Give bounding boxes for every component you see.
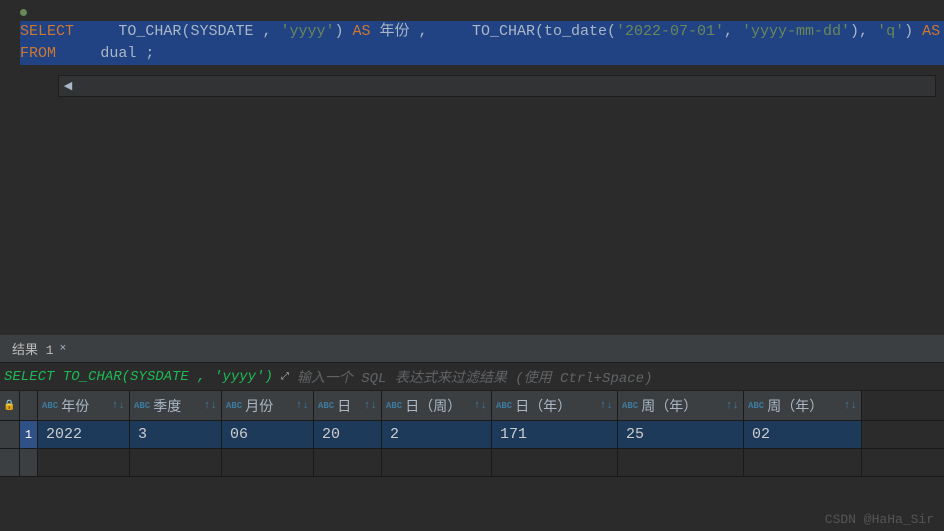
lock-icon: 🔒 — [0, 391, 20, 420]
cell — [618, 449, 744, 476]
type-badge-icon: ABC — [748, 401, 764, 411]
row-handle — [0, 421, 20, 448]
cell — [314, 449, 382, 476]
sort-icon[interactable]: ↑↓ — [360, 400, 377, 412]
watermark: CSDN @HaHa_Sir — [825, 512, 934, 527]
expand-icon[interactable]: ⤢ — [273, 371, 297, 383]
tab-result-1[interactable]: 结果 1 × — [4, 335, 74, 362]
column-header[interactable]: ABC日 ↑↓ — [314, 391, 382, 420]
type-badge-icon: ABC — [386, 401, 402, 411]
close-icon[interactable]: × — [60, 343, 67, 355]
column-label: 年份 — [61, 396, 89, 416]
column-label: 日（年） — [515, 396, 571, 416]
column-label: 周（年） — [641, 396, 697, 416]
sort-icon[interactable]: ↑↓ — [722, 400, 739, 412]
cell — [130, 449, 222, 476]
filter-bar: SELECT TO_CHAR(SYSDATE , 'yyyy') ⤢ 输入一个 … — [0, 363, 944, 391]
scroll-left-icon[interactable]: ◀ — [59, 79, 77, 93]
type-badge-icon: ABC — [622, 401, 638, 411]
type-badge-icon: ABC — [134, 401, 150, 411]
column-header[interactable]: ABC日（周） ↑↓ — [382, 391, 492, 420]
corner-cell — [20, 391, 38, 420]
column-label: 周（年） — [767, 396, 823, 416]
type-badge-icon: ABC — [318, 401, 334, 411]
cell — [38, 449, 130, 476]
cell[interactable]: 3 — [130, 421, 222, 448]
grid-header-row: 🔒 ABC年份↑↓ABC季度↑↓ABC月份↑↓ABC日↑↓ABC日（周）↑↓AB… — [0, 391, 944, 421]
filter-input[interactable]: 输入一个 SQL 表达式来过滤结果 (使用 Ctrl+Space) — [297, 367, 653, 387]
sql-editor[interactable]: SELECT TO_CHAR(SYSDATE , 'yyyy') AS 年份 ,… — [0, 0, 944, 335]
column-label: 日 — [337, 396, 351, 416]
sort-icon[interactable]: ↑↓ — [292, 400, 309, 412]
cell — [222, 449, 314, 476]
column-header[interactable]: ABC月份 ↑↓ — [222, 391, 314, 420]
cell[interactable]: 02 — [744, 421, 862, 448]
row-handle — [0, 449, 20, 476]
filter-sql-preview: SELECT TO_CHAR(SYSDATE , 'yyyy') — [0, 369, 273, 385]
results-tab-bar: 结果 1 × — [0, 335, 944, 363]
column-label: 季度 — [153, 396, 181, 416]
column-header[interactable]: ABC日（年） ↑↓ — [492, 391, 618, 420]
column-header[interactable]: ABC周（年） ↑↓ — [744, 391, 862, 420]
column-label: 月份 — [245, 396, 273, 416]
row-number: 1 — [20, 421, 38, 448]
cell — [382, 449, 492, 476]
cell[interactable]: 20 — [314, 421, 382, 448]
column-label: 日（周） — [405, 396, 461, 416]
horizontal-scrollbar[interactable]: ◀ — [58, 75, 936, 97]
tab-label: 结果 1 — [12, 339, 54, 358]
column-header[interactable]: ABC年份 ↑↓ — [38, 391, 130, 420]
breakpoint-dot-icon — [20, 9, 27, 16]
code-selection: SELECT TO_CHAR(SYSDATE , 'yyyy') AS 年份 ,… — [20, 21, 944, 65]
sort-icon[interactable]: ↑↓ — [596, 400, 613, 412]
type-badge-icon: ABC — [496, 401, 512, 411]
cell[interactable]: 25 — [618, 421, 744, 448]
type-badge-icon: ABC — [42, 401, 58, 411]
cell[interactable]: 2 — [382, 421, 492, 448]
sort-icon[interactable]: ↑↓ — [470, 400, 487, 412]
type-badge-icon: ABC — [226, 401, 242, 411]
sort-icon[interactable]: ↑↓ — [200, 400, 217, 412]
column-header[interactable]: ABC季度 ↑↓ — [130, 391, 222, 420]
result-grid[interactable]: 🔒 ABC年份↑↓ABC季度↑↓ABC月份↑↓ABC日↑↓ABC日（周）↑↓AB… — [0, 391, 944, 477]
cell[interactable]: 171 — [492, 421, 618, 448]
table-row[interactable]: 1 20223062021712502 — [0, 421, 944, 449]
sort-icon[interactable]: ↑↓ — [840, 400, 857, 412]
cell[interactable]: 06 — [222, 421, 314, 448]
cell[interactable]: 2022 — [38, 421, 130, 448]
cell — [492, 449, 618, 476]
row-number — [20, 449, 38, 476]
cell — [744, 449, 862, 476]
table-row — [0, 449, 944, 477]
sort-icon[interactable]: ↑↓ — [108, 400, 125, 412]
column-header[interactable]: ABC周（年） ↑↓ — [618, 391, 744, 420]
